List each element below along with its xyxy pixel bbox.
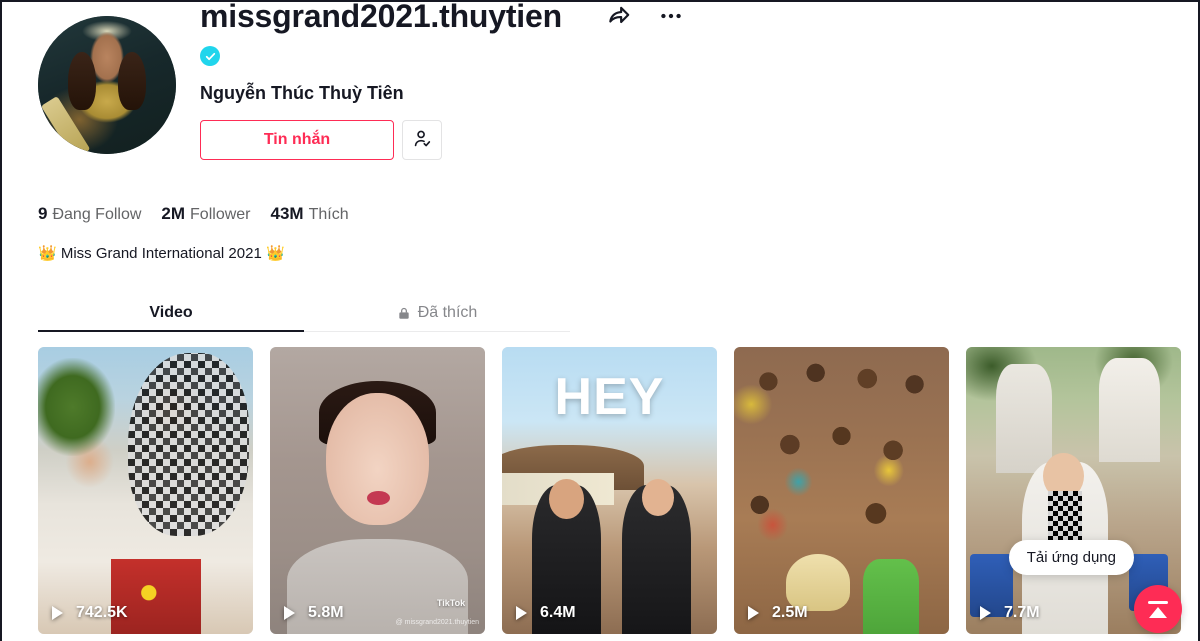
tab-label: Đã thích [417,304,478,321]
view-count: 2.5M [748,604,808,622]
page-title: missgrand2021.thuytien [200,0,562,34]
video-card-3[interactable]: HEY 6.4M [502,347,717,634]
tiktok-watermark: TikTok [436,598,466,608]
play-icon [748,605,765,622]
download-app-tooltip[interactable]: Tải ứng dụng [1008,540,1134,575]
play-icon [516,605,533,622]
lock-icon [397,306,411,321]
video-thumbnail [734,347,949,634]
watermark-handle: @ missgrand2021.thuytien [395,619,479,626]
profile-header: missgrand2021.thuytien Nguyễn Thúc Thuỳ … [38,2,1168,160]
avatar-decoration [118,51,146,110]
share-arrow-icon[interactable] [604,2,634,31]
video-card-4[interactable]: 2.5M [734,347,949,634]
stat-followers[interactable]: 2M Follower [161,204,250,224]
view-count-label: 2.5M [772,604,808,621]
tab-label: Video [149,304,193,321]
tab-videos[interactable]: Video [38,295,304,332]
person-check-icon [411,128,433,153]
stat-likes[interactable]: 43M Thích [271,204,349,224]
stat-value: 2M [161,204,186,223]
display-name: Nguyễn Thúc Thuỳ Tiên [200,83,404,103]
header-actions [604,2,686,31]
username-row: missgrand2021.thuytien [200,0,1168,36]
more-ellipsis-icon[interactable] [656,2,686,31]
verified-row [200,44,1168,68]
video-card-2[interactable]: TikTok @ missgrand2021.thuytien 5.8M [270,347,485,634]
stat-following[interactable]: 9 Đang Follow [38,204,141,224]
profile-tabs: Video Đã thích [38,295,570,332]
stat-label: Đang Follow [52,206,142,223]
view-count-label: 7.7M [1004,604,1040,621]
tiktok-profile-page: missgrand2021.thuytien Nguyễn Thúc Thuỳ … [0,0,1200,641]
add-friend-button[interactable] [402,120,442,160]
upload-to-top-icon [1149,606,1167,618]
video-overlay-text: HEY [554,368,665,426]
verified-check-icon [200,46,220,66]
profile-stats: 9 Đang Follow 2M Follower 43M Thích [38,204,349,224]
view-count: 6.4M [516,604,576,622]
scroll-to-top-button[interactable] [1134,585,1182,633]
video-thumbnail [38,347,253,634]
play-icon [284,605,301,622]
view-count-label: 5.8M [308,604,344,621]
stat-value: 9 [38,204,48,223]
avatar[interactable] [38,16,176,154]
action-row: Tin nhắn [200,120,1168,160]
play-icon [980,605,997,622]
profile-info: missgrand2021.thuytien Nguyễn Thúc Thuỳ … [200,2,1168,160]
view-count: 5.8M [284,604,344,622]
view-count: 742.5K [52,604,128,622]
profile-bio: 👑 Miss Grand International 2021 👑 [38,245,285,262]
view-count: 7.7M [980,604,1040,622]
view-count-label: 742.5K [76,604,128,621]
stat-label: Thích [308,206,349,223]
video-grid: 742.5K TikTok @ missgrand2021.thuytien 5… [38,347,1183,634]
view-count-label: 6.4M [540,604,576,621]
upload-to-top-icon [1148,600,1168,604]
play-icon [52,605,69,622]
avatar-decoration [68,51,96,110]
video-card-1[interactable]: 742.5K [38,347,253,634]
message-button[interactable]: Tin nhắn [200,120,394,160]
stat-label: Follower [190,206,251,223]
stat-value: 43M [270,204,304,223]
video-thumbnail [270,347,485,634]
tab-liked[interactable]: Đã thích [304,295,570,331]
